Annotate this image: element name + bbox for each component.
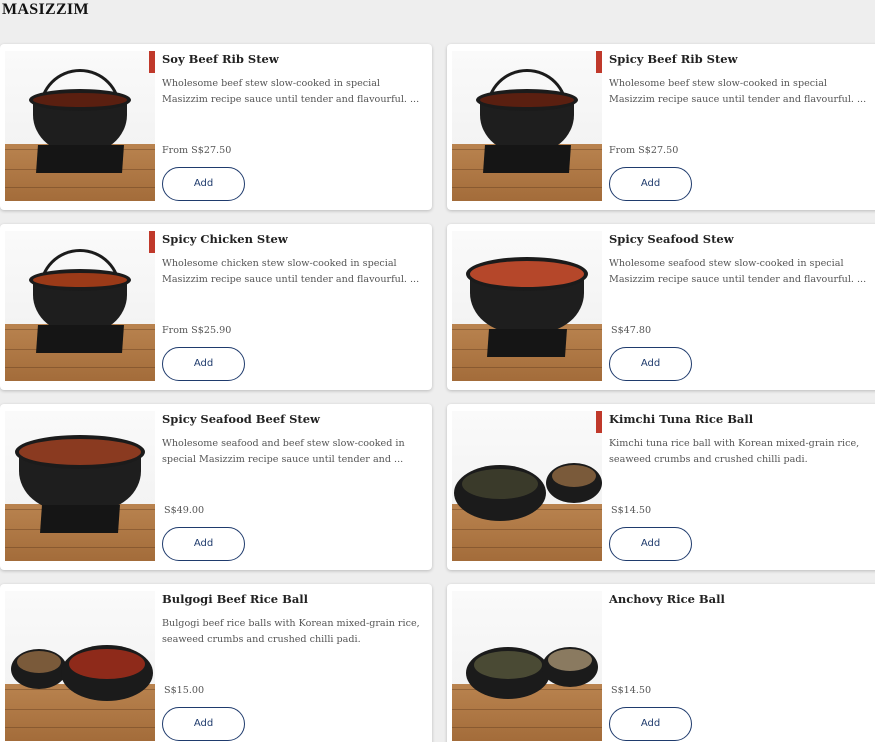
item-name: Bulgogi Beef Rice Ball [162, 592, 309, 606]
item-price: From S$25.90 [162, 325, 232, 336]
item-name: Spicy Seafood Stew [609, 232, 734, 246]
section-title: MASIZZIM [2, 1, 89, 18]
item-price: S$47.80 [611, 325, 652, 336]
dish-image[interactable] [452, 231, 602, 381]
add-button[interactable]: Add [609, 527, 692, 561]
add-button[interactable]: Add [609, 347, 692, 381]
flag-marker [596, 51, 602, 73]
dish-image[interactable] [452, 51, 602, 201]
item-price: S$49.00 [164, 505, 205, 516]
item-name: Spicy Beef Rib Stew [609, 52, 738, 66]
item-price: S$14.50 [611, 685, 652, 696]
item-name: Soy Beef Rib Stew [162, 52, 279, 66]
item-description: Wholesome beef stew slow-cooked in speci… [162, 78, 420, 105]
item-description: Wholesome seafood stew slow-cooked in sp… [609, 258, 867, 285]
item-description: Kimchi tuna rice ball with Korean mixed-… [609, 438, 860, 465]
add-button[interactable]: Add [162, 167, 245, 201]
add-button[interactable]: Add [609, 167, 692, 201]
menu-item-card[interactable]: Kimchi Tuna Rice Ball Kimchi tuna rice b… [447, 404, 875, 570]
flag-marker [596, 411, 602, 433]
menu-item-card[interactable]: Spicy Beef Rib Stew Wholesome beef stew … [447, 44, 875, 210]
dish-image[interactable] [5, 591, 155, 741]
dish-image[interactable] [5, 51, 155, 201]
item-name: Spicy Seafood Beef Stew [162, 412, 320, 426]
item-name: Spicy Chicken Stew [162, 232, 288, 246]
dish-image[interactable] [5, 411, 155, 561]
menu-item-card[interactable]: Spicy Seafood Stew Wholesome seafood ste… [447, 224, 875, 390]
menu-item-card[interactable]: Soy Beef Rib Stew Wholesome beef stew sl… [0, 44, 432, 210]
item-price: S$14.50 [611, 505, 652, 516]
item-description: Wholesome beef stew slow-cooked in speci… [609, 78, 867, 105]
menu-item-card[interactable]: Spicy Seafood Beef Stew Wholesome seafoo… [0, 404, 432, 570]
item-description [609, 616, 875, 648]
menu-item-card[interactable]: Spicy Chicken Stew Wholesome chicken ste… [0, 224, 432, 390]
dish-image[interactable] [452, 411, 602, 561]
menu-item-card[interactable]: Anchovy Rice Ball S$14.50 Add [447, 584, 875, 742]
add-button[interactable]: Add [162, 347, 245, 381]
item-description: Wholesome chicken stew slow-cooked in sp… [162, 258, 420, 285]
add-button[interactable]: Add [162, 707, 245, 741]
item-price: S$15.00 [164, 685, 205, 696]
item-description: Bulgogi beef rice balls with Korean mixe… [162, 618, 420, 645]
item-name: Anchovy Rice Ball [609, 592, 725, 606]
item-price: From S$27.50 [162, 145, 232, 156]
add-button[interactable]: Add [609, 707, 692, 741]
flag-marker [149, 51, 155, 73]
flag-marker [149, 231, 155, 253]
menu-item-card[interactable]: Bulgogi Beef Rice Ball Bulgogi beef rice… [0, 584, 432, 742]
dish-image[interactable] [5, 231, 155, 381]
dish-image[interactable] [452, 591, 602, 741]
add-button[interactable]: Add [162, 527, 245, 561]
item-name: Kimchi Tuna Rice Ball [609, 412, 754, 426]
item-price: From S$27.50 [609, 145, 679, 156]
item-description: Wholesome seafood and beef stew slow-coo… [162, 438, 405, 465]
